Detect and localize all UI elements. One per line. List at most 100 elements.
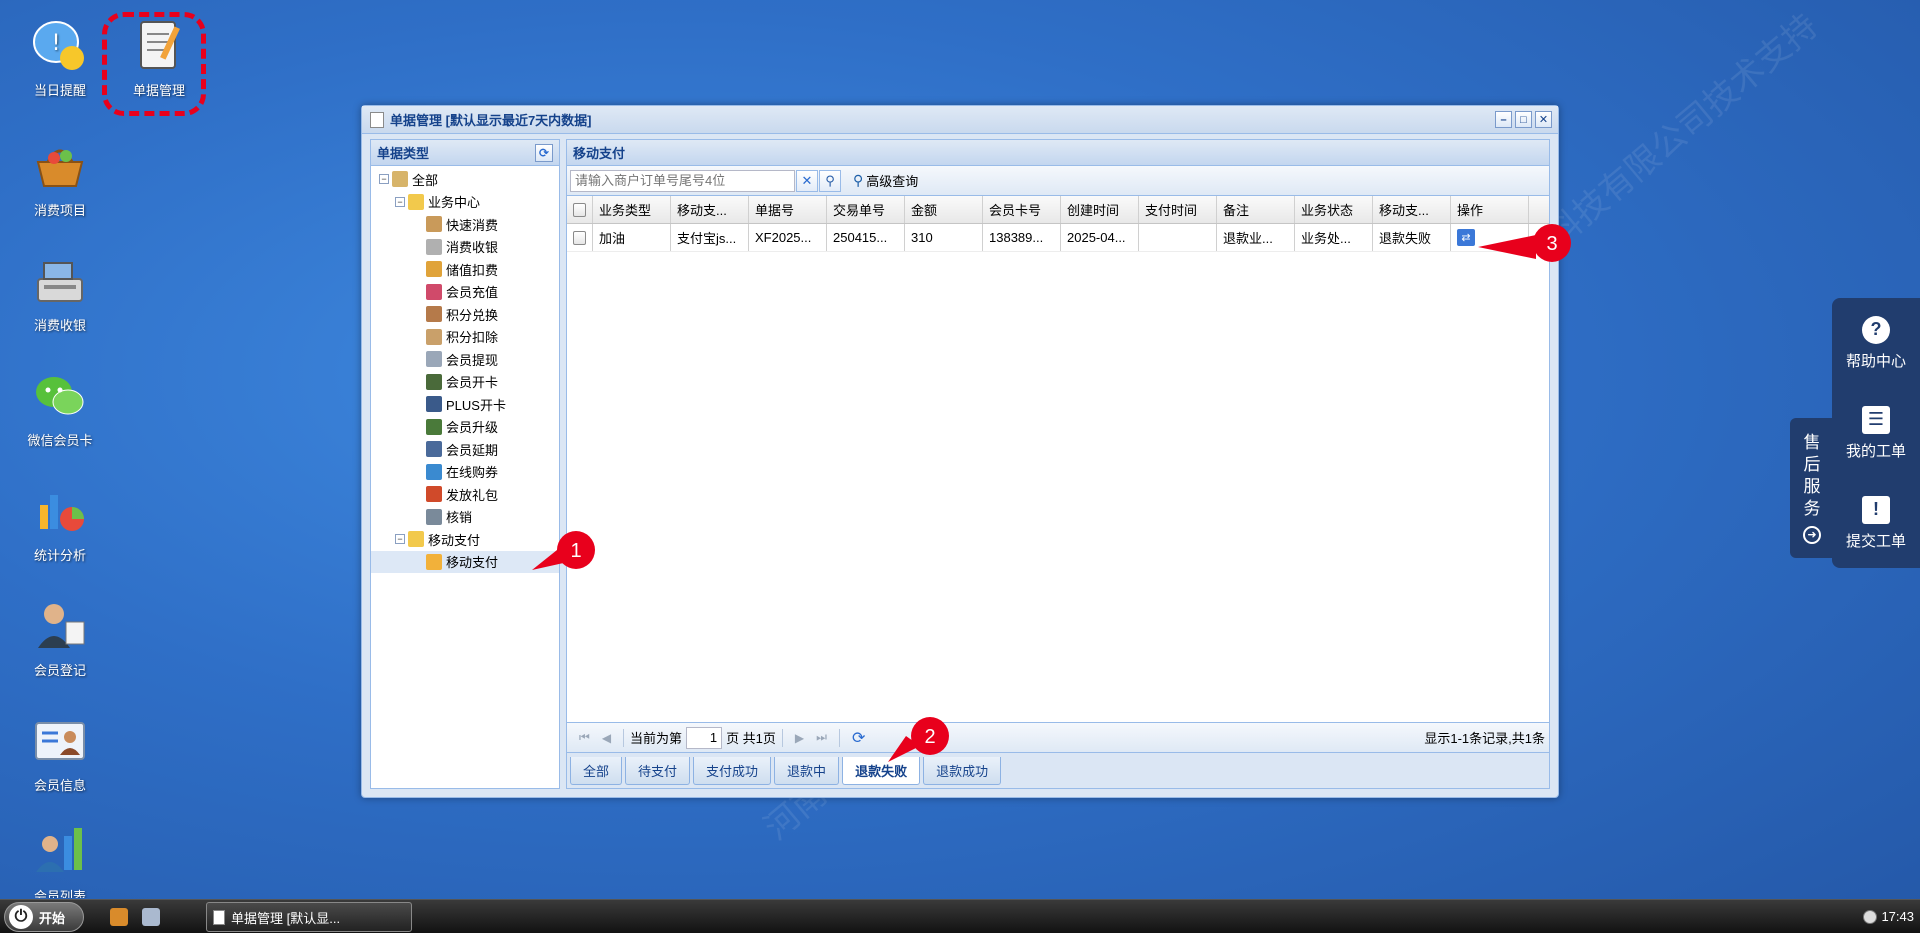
collapse-toggle-icon[interactable]: − [379,174,389,185]
side-item-label: 帮助中心 [1845,352,1906,370]
record-count: 显示1-1条记录,共1条 [1424,731,1545,746]
column-header[interactable]: 移动支... [1373,196,1451,223]
column-header[interactable]: 业务类型 [593,196,671,223]
tree-node[interactable]: − 业务中心 [371,191,559,214]
my-tickets-button[interactable]: ☰ 我的工单 [1832,388,1920,478]
status-tab[interactable]: 支付成功 [693,757,772,785]
column-header[interactable]: 单据号 [749,196,827,223]
marker-label: 1 [570,540,581,562]
tree-node[interactable]: 会员开卡 [371,371,559,394]
tree-node[interactable]: 核销 [371,506,559,529]
row-checkbox[interactable] [573,230,586,245]
desktop-icon-documents[interactable]: 单据管理 [111,16,207,99]
page-number-input[interactable] [686,726,723,749]
marker-3: 3 [1478,224,1571,262]
column-header[interactable]: 操作 [1451,196,1529,223]
close-button[interactable]: ✕ [1535,111,1552,128]
side-item-label: 我的工单 [1845,442,1906,460]
last-page-icon[interactable]: ⏭ [816,730,827,745]
tree-node[interactable]: 移动支付 [371,550,559,573]
column-header[interactable]: 备注 [1217,196,1295,223]
window-body: 单据类型 ⟳ − 全部 − 业务中心 快速消费 消费收银 储值扣费 会员充值 积分兑换 积分扣除会… [370,139,1550,789]
tree-node[interactable]: − 移动支付 [371,528,559,551]
app-launcher-icon[interactable] [142,908,160,926]
document-type-icon [426,418,442,435]
panel-header: 单据类型 ⟳ [371,140,559,166]
table-row[interactable]: 加油 支付宝js... XF2025... 250415... 310 138389...… [567,224,1549,252]
refresh-icon[interactable]: ⟳ [852,728,865,748]
refresh-icon[interactable]: ⟳ [535,144,553,162]
tree-node[interactable]: 会员延期 [371,438,559,461]
tree-node[interactable]: 积分兑换 [371,303,559,326]
taskbar-window-item[interactable]: 单据管理 [默认显... [206,902,412,932]
start-label: 开始 [39,910,66,926]
mobile-payment-panel: 移动支付 ✕ ⚲ ⚲ 高级查询 业务类型移动支...单据号交易单号金额会员卡号创… [566,139,1550,789]
tree-node[interactable]: 快速消费 [371,213,559,236]
submit-ticket-button[interactable]: ! 提交工单 [1832,478,1920,568]
window-controls: – □ ✕ [1495,111,1552,128]
search-icon[interactable]: ⚲ [819,169,841,192]
document-type-tree: − 全部 − 业务中心 快速消费消费收银储值扣费会员充值积分兑换 积分扣除 会员提现 会员开卡… [371,166,559,573]
status-tab[interactable]: 退款中 [774,757,840,785]
desktop-icon-cashier[interactable]: 消费收银 [12,251,108,334]
column-header[interactable]: 支付时间 [1139,196,1217,223]
marker-label: 3 [1546,233,1557,255]
tree-node[interactable]: 积分扣除 [371,326,559,349]
search-input[interactable] [570,169,795,192]
after-sale-char: 后 [1803,455,1821,474]
tree-node[interactable]: 会员充值 [371,281,559,304]
tree-node-label: 发放礼包 [446,487,499,503]
tree-node-label: 会员延期 [446,442,499,458]
select-all-checkbox[interactable] [573,202,586,217]
marker-2: 2 [888,717,949,762]
help-center-button[interactable]: ? 帮助中心 [1832,298,1920,388]
window-titlebar[interactable]: 单据管理 [默认显示最近7天内数据] [362,106,1558,134]
status-tab[interactable]: 待支付 [625,757,691,785]
desktop-icon-wechat-card[interactable]: 微信会员卡 [12,366,108,449]
tree-node-label: PLUS开卡 [446,397,506,413]
maximize-button[interactable]: □ [1515,111,1532,128]
column-header[interactable]: 移动支... [671,196,749,223]
document-type-icon [426,238,442,255]
desktop-icon-member-list[interactable]: 会员列表 [12,822,108,898]
chart-icon [30,481,90,541]
after-sale-char: 务 [1803,499,1821,518]
tree-node[interactable]: − 全部 [371,168,559,191]
prev-page-icon[interactable]: ◀ [602,731,611,745]
collapse-toggle-icon[interactable]: − [395,534,405,545]
tree-node-label: 消费收银 [446,240,499,256]
desktop-icon-reminder[interactable]: ! 当日提醒 [12,16,108,99]
advanced-search-button[interactable]: ⚲ 高级查询 [853,171,918,190]
start-button[interactable]: ⏻ 开始 [4,902,84,932]
table-cell: 支付宝js... [671,224,749,251]
column-header[interactable]: 创建时间 [1061,196,1139,223]
clear-icon[interactable]: ✕ [796,169,818,192]
page-suffix: 页 共1页 [726,731,776,746]
desktop-icon-consume-items[interactable]: 消费项目 [12,136,108,219]
tree-node[interactable]: 会员提现 [371,348,559,371]
status-tab[interactable]: 全部 [570,757,623,785]
tree-node[interactable]: 发放礼包 [371,483,559,506]
first-page-icon[interactable]: ⏮ [579,730,590,745]
tree-node[interactable]: 消费收银 [371,236,559,259]
tree-node[interactable]: PLUS开卡 [371,393,559,416]
next-page-icon[interactable]: ▶ [795,731,804,745]
desktop-icon-statistics[interactable]: 统计分析 [12,481,108,564]
tree-node-label: 会员充值 [446,285,499,301]
collapse-toggle-icon[interactable]: − [395,196,405,207]
tree-node[interactable]: 在线购券 [371,461,559,484]
column-header[interactable]: 金额 [905,196,983,223]
column-header[interactable]: 会员卡号 [983,196,1061,223]
show-desktop-icon[interactable] [110,908,128,926]
minimize-button[interactable]: – [1495,111,1512,128]
refund-retry-icon[interactable]: ⇄ [1457,229,1475,246]
after-sale-tab[interactable]: 售 后 服 务 ➜ [1790,418,1834,558]
document-type-icon [426,396,442,413]
tree-node[interactable]: 会员升级 [371,416,559,439]
tree-node[interactable]: 储值扣费 [371,258,559,281]
column-header[interactable]: 交易单号 [827,196,905,223]
desktop-icon-member-register[interactable]: 会员登记 [12,596,108,679]
column-header[interactable]: 业务状态 [1295,196,1373,223]
tree-node-label: 在线购券 [446,465,499,481]
desktop-icon-member-info[interactable]: 会员信息 [12,711,108,794]
